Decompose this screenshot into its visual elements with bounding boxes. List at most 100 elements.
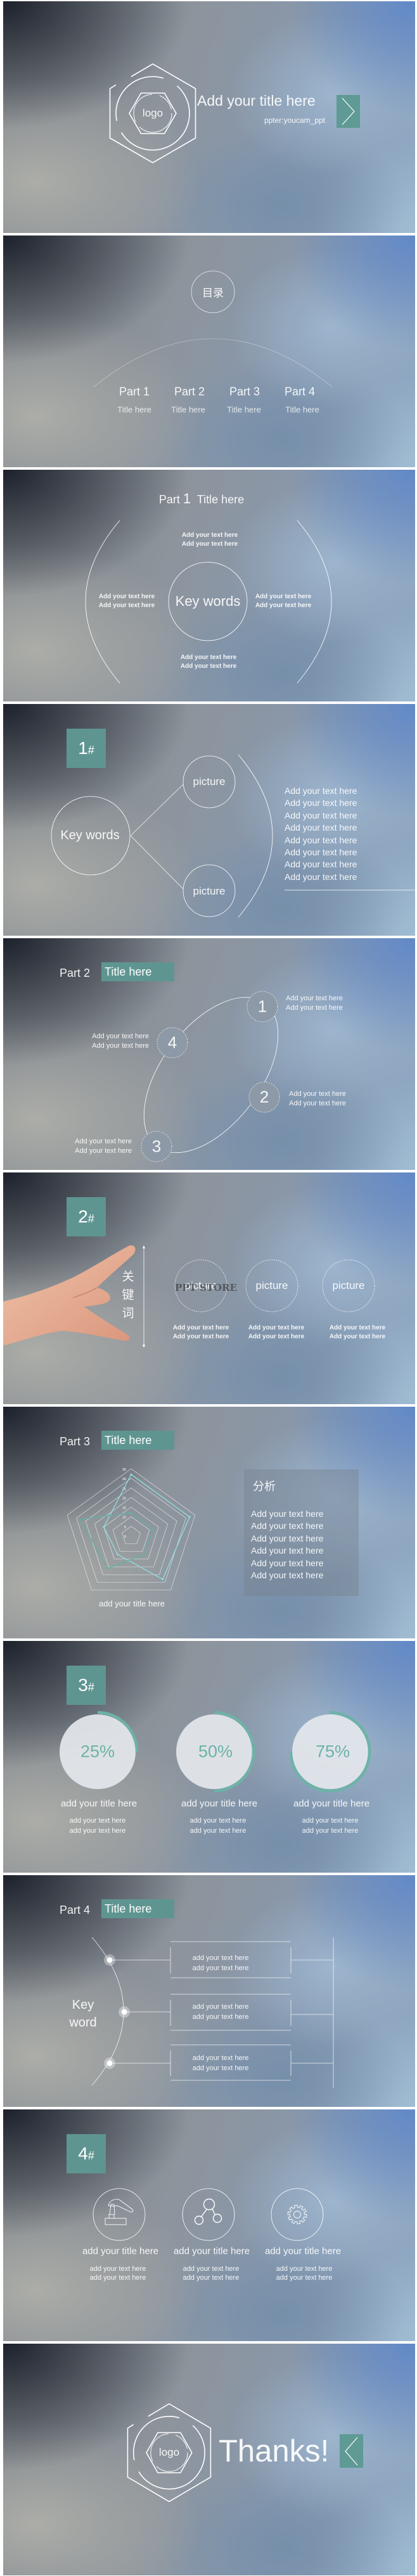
slide-thanks: logo Thanks! xyxy=(3,2344,415,2575)
cover-title: Add your title here xyxy=(197,92,316,109)
percent-label: 50% xyxy=(198,1742,233,1761)
back-button[interactable] xyxy=(340,2434,363,2468)
logo-text: logo xyxy=(142,107,164,119)
text-bottom: Add your text here Add your text here xyxy=(180,654,237,670)
radar-tick-label: 5 xyxy=(124,1526,126,1530)
item-text: Add your text here Add your text here xyxy=(248,1324,305,1340)
item-title: add your title here xyxy=(82,2246,159,2257)
slide-section-4: 4# add your title here add your title he… xyxy=(3,2109,415,2341)
cover-subtitle: ppter:youcam_ppt xyxy=(264,116,325,125)
item-text: add your text here add your text here xyxy=(276,2265,333,2282)
radar-series-line xyxy=(103,1474,190,1580)
hammer-icon xyxy=(105,2199,134,2225)
step-2-text: Add your text here Add your text here xyxy=(289,1090,346,1107)
radar-data-point xyxy=(103,1526,105,1528)
text-left: Add your text here Add your text here xyxy=(98,593,155,609)
step-number: 4 xyxy=(167,1033,177,1052)
slide-part-2: Part 2 Title here 1 2 3 4 Add your text … xyxy=(3,938,415,1170)
radar-data-point xyxy=(188,1516,191,1518)
watermark: PPT STORE xyxy=(175,1282,237,1293)
step-number: 2 xyxy=(259,1087,269,1107)
box-text: add your text here add your text here xyxy=(192,2054,249,2072)
step-3-text: Add your text here Add your text here xyxy=(75,1138,132,1155)
radar-data-point xyxy=(79,1518,81,1521)
part-3-title[interactable]: Title here xyxy=(227,405,261,415)
stat-title: add your title here xyxy=(181,1798,258,1809)
stat-text: add your text here add your text here xyxy=(189,1817,247,1835)
chevron-right-icon xyxy=(342,97,355,125)
slide-contents: 目录 Part 1 Title here Part 2 Title here P… xyxy=(3,236,415,467)
step-number: 3 xyxy=(151,1136,162,1156)
slide-section-1: 1# Key words picture picture Add your te… xyxy=(3,704,415,936)
analysis-box: 分析 Add your text here Add your text here A… xyxy=(244,1469,359,1596)
radar-data-point xyxy=(152,1528,155,1530)
timeline-dot xyxy=(104,1954,115,1966)
part-number: 1 xyxy=(183,491,191,506)
part-3-label[interactable]: Part 3 xyxy=(229,386,260,399)
percent-label: 75% xyxy=(315,1742,350,1761)
radar-tick-label: 15 xyxy=(122,1507,126,1511)
radar-tick-label: 10 xyxy=(122,1516,126,1520)
item-text: add your text here add your text here xyxy=(183,2265,240,2282)
timeline-dot xyxy=(104,2058,115,2069)
text-right: Add your text here Add your text here xyxy=(255,593,312,609)
part-2-title[interactable]: Title here xyxy=(171,405,205,415)
box-text: add your text here add your text here xyxy=(192,2003,249,2021)
chevron-left-icon xyxy=(345,2437,358,2466)
box-text: add your text here add your text here xyxy=(192,1954,249,1972)
radar-data-point xyxy=(106,1567,109,1569)
text-list: Add your text here Add your text here Add … xyxy=(285,786,357,882)
analysis-heading: 分析 xyxy=(253,1480,276,1493)
stat-text: add your text here add your text here xyxy=(302,1817,359,1835)
part-2-label[interactable]: Part 2 xyxy=(174,386,205,399)
slide-section-2: 2# 关键词 picture picture picture PPT STORE… xyxy=(3,1172,415,1404)
step-1-text: Add your text here Add your text here xyxy=(286,995,343,1012)
part-1-title[interactable]: Title here xyxy=(117,405,151,415)
chart-title: add your title here xyxy=(98,1599,165,1609)
contents-heading: 目录 xyxy=(202,287,224,299)
radar-data-point xyxy=(162,1578,164,1581)
logo-text: logo xyxy=(158,2446,180,2458)
contents-decoration xyxy=(93,270,333,387)
cycle-diagram xyxy=(141,991,280,1162)
radar-grid-ring xyxy=(67,1468,196,1591)
slide-part-4: Part 4 Title here Key word add your text … xyxy=(3,1875,415,2107)
thanks-title: Thanks! xyxy=(219,2434,330,2468)
part-label: Part xyxy=(158,493,180,506)
item-title: add your title here xyxy=(173,2246,250,2257)
radar-data-point xyxy=(143,1553,146,1555)
radar-tick-label: 30 xyxy=(122,1478,126,1481)
next-button[interactable] xyxy=(337,95,360,128)
vertical-keyword-label: 关键词 xyxy=(122,1270,134,1321)
picture-placeholder: picture xyxy=(255,1279,288,1291)
analysis-text: Add your text here Add your text here Add … xyxy=(251,1509,324,1581)
slide-part-3: Part 3 Title here 0 5 10 15 20 25 30 35 add you… xyxy=(3,1407,415,1638)
part1-title: Part 1 Title here xyxy=(159,491,244,507)
key-words: Key words xyxy=(60,828,120,843)
key-words: Key words xyxy=(175,593,241,609)
radar-tick-label: 35 xyxy=(122,1468,126,1472)
radar-tick-label: 20 xyxy=(122,1497,126,1500)
percent-label: 25% xyxy=(80,1742,115,1761)
slide-cover: logo Add your title here ppter:youcam_pp… xyxy=(3,1,415,233)
gear-icon xyxy=(287,2204,307,2225)
part-4-label[interactable]: Part 4 xyxy=(285,386,315,399)
radar-tick-label: 0 xyxy=(124,1535,126,1539)
radar-data-point xyxy=(130,1473,132,1476)
part-title: Title here xyxy=(196,493,245,506)
part-1-label[interactable]: Part 1 xyxy=(119,386,150,399)
part-4-title[interactable]: Title here xyxy=(285,405,319,415)
picture-placeholder: picture xyxy=(193,776,226,788)
gear-hub xyxy=(293,2211,301,2218)
stat-title: add your title here xyxy=(293,1798,370,1809)
slide-section-3: 3# 25% 50% 75% add your title here add y… xyxy=(3,1641,415,1873)
gear-outline xyxy=(287,2204,307,2225)
radar-data-point xyxy=(130,1512,132,1514)
keyword-label: Key word xyxy=(69,1998,97,2030)
share-nodes-icon xyxy=(194,2198,222,2225)
step-number: 1 xyxy=(257,996,267,1016)
picture-placeholder: picture xyxy=(193,885,226,897)
slide-part-1: Part 1 Title here Key words Add your tex… xyxy=(3,470,415,701)
item-text: Add your text here Add your text here xyxy=(172,1324,229,1340)
item-title: add your title here xyxy=(264,2246,342,2257)
